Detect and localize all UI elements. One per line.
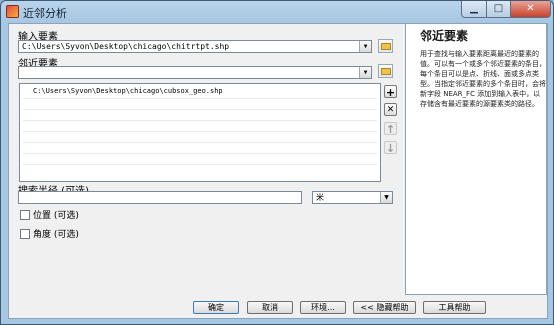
chevron-down-icon[interactable]: ▼ — [380, 192, 392, 203]
input-features-combobox[interactable]: C:\Users\Syvon\Desktop\chicago\chitrtpt.… — [18, 40, 372, 53]
search-radius-input[interactable] — [18, 191, 302, 204]
input-features-value: C:\Users\Syvon\Desktop\chicago\chitrtpt.… — [22, 42, 230, 51]
chevron-down-icon[interactable]: ▼ — [359, 67, 371, 78]
move-down-button[interactable]: ↓ — [384, 141, 397, 155]
location-label: 位置 (可选) — [33, 211, 79, 221]
close-button[interactable]: ✕ — [510, 1, 551, 18]
cancel-button[interactable]: 取消 — [247, 301, 293, 314]
plus-icon: + — [385, 86, 396, 99]
add-button[interactable]: + — [384, 85, 397, 99]
x-icon: ✕ — [386, 105, 395, 115]
location-checkbox[interactable] — [20, 210, 30, 220]
ok-button[interactable]: 确定 — [193, 301, 239, 314]
arrow-down-icon: ↓ — [385, 142, 396, 155]
browse-input-button[interactable] — [378, 39, 393, 53]
window-title: 近邻分析 — [23, 7, 67, 20]
minimize-button[interactable]: ▁ — [461, 1, 487, 18]
browse-near-button[interactable] — [378, 64, 393, 78]
arrow-up-icon: ↑ — [385, 123, 396, 136]
angle-checkbox[interactable] — [20, 229, 30, 239]
near-features-combobox[interactable]: ▼ — [18, 66, 372, 79]
help-text: 用于查找与输入要素距离最近的要素的值。可以有一个或多个邻近要素的条目，每个条目可… — [420, 50, 546, 108]
unit-select[interactable]: 米 ▼ — [312, 191, 393, 204]
close-icon: ✕ — [526, 3, 535, 14]
angle-label: 角度 (可选) — [33, 230, 79, 240]
list-divider — [23, 98, 377, 99]
list-divider — [23, 153, 377, 154]
dialog-body: 输入要素 C:\Users\Syvon\Desktop\chicago\chit… — [8, 23, 548, 319]
list-divider — [23, 131, 377, 132]
list-item[interactable]: C:\Users\Syvon\Desktop\chicago\cubsox_ge… — [33, 87, 223, 95]
list-divider — [23, 164, 377, 165]
help-title: 邻近要素 — [420, 29, 469, 43]
hide-help-button[interactable]: << 隐藏帮助 — [353, 301, 416, 314]
folder-open-icon — [381, 43, 391, 50]
folder-open-icon — [381, 68, 391, 75]
list-divider — [23, 109, 377, 110]
tool-help-button[interactable]: 工具帮助 — [423, 301, 486, 314]
chevron-down-icon[interactable]: ▼ — [359, 41, 371, 52]
move-up-button[interactable]: ↑ — [384, 122, 397, 136]
maximize-icon: □ — [493, 3, 504, 14]
unit-value: 米 — [316, 193, 324, 202]
list-divider — [23, 120, 377, 121]
list-divider — [23, 142, 377, 143]
minimize-icon: ▁ — [470, 3, 478, 14]
title-bar[interactable]: 近邻分析 ▁ □ ✕ — [1, 1, 553, 23]
near-features-list[interactable]: C:\Users\Syvon\Desktop\chicago\cubsox_ge… — [19, 83, 381, 182]
remove-button[interactable]: ✕ — [384, 103, 397, 116]
environments-button[interactable]: 环境... — [300, 301, 346, 314]
arcgis-tool-icon — [6, 5, 19, 18]
tool-dialog-window: 近邻分析 ▁ □ ✕ 输入要素 C:\Users\Syvon\Desktop\c… — [0, 0, 554, 325]
help-panel: 邻近要素 用于查找与输入要素距离最近的要素的值。可以有一个或多个邻近要素的条目，… — [405, 23, 547, 295]
maximize-button[interactable]: □ — [486, 1, 511, 18]
